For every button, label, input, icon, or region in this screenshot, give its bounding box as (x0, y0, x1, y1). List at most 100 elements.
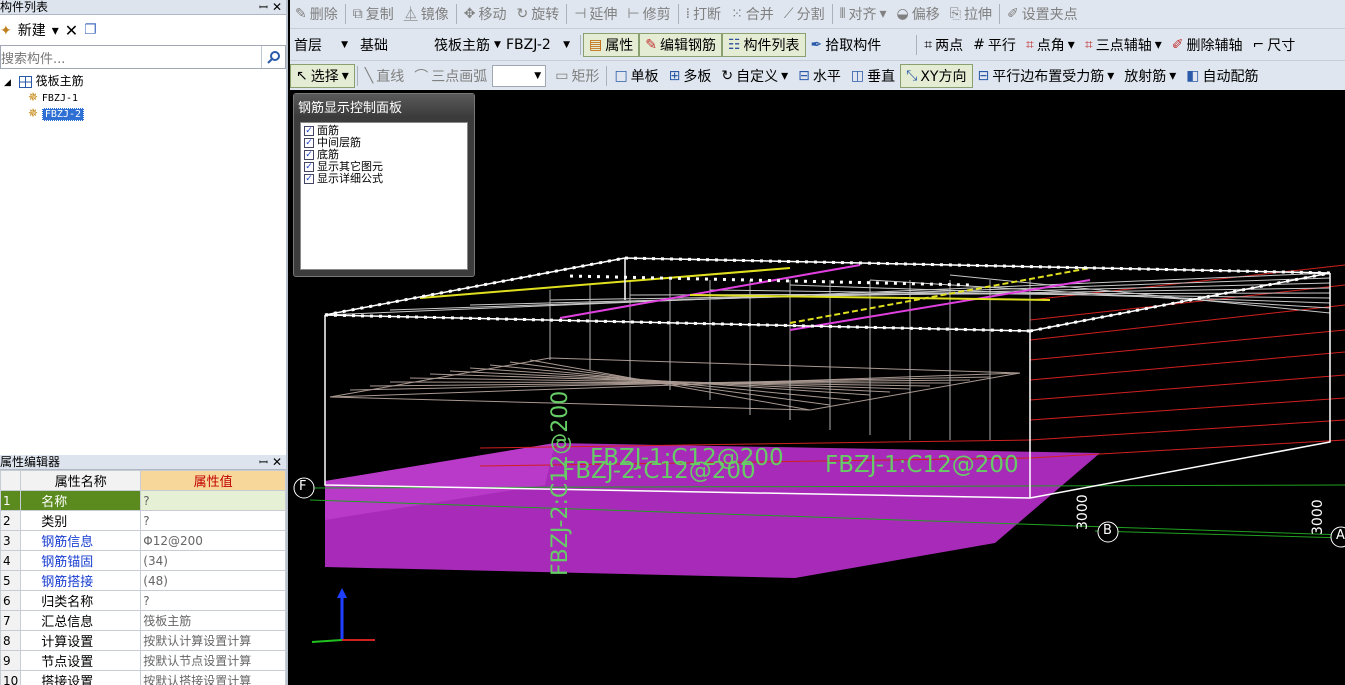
close-icon[interactable]: ✕ (272, 455, 282, 470)
property-row[interactable]: 5 钢筋搭接 (48) (0, 570, 286, 591)
check-icon: ✓ (304, 162, 314, 172)
parallel-edge-rebar-button[interactable]: ⊟ 平行边布置受力筋 ▾ (973, 64, 1120, 88)
new-button[interactable]: ✦ 新建 ▾ (0, 20, 59, 40)
single-slab-button[interactable]: □ 单板 (609, 64, 663, 88)
property-row[interactable]: 9 节点设置 按默认节点设置计算 (0, 650, 286, 671)
horizontal-button[interactable]: ⊟ 水平 (793, 64, 846, 88)
delete-axis-icon: ✐ (1171, 36, 1184, 53)
pick-component-button[interactable]: ✒ 拾取构件 (806, 33, 887, 57)
move-button[interactable]: ✥ 移动 (459, 2, 512, 26)
auto-rebar-icon: ◧ (1186, 67, 1200, 84)
axis-label-a: A (1336, 528, 1345, 543)
edit-rebar-icon: ✎ (645, 36, 657, 53)
set-grip-button[interactable]: ✐ 设置夹点 (1002, 2, 1083, 26)
component-select[interactable]: FBZJ-2 ▼ (502, 34, 574, 56)
eraser-icon: ✎ (295, 6, 307, 22)
stretch-button[interactable]: ⎘ 拉伸 (945, 2, 997, 26)
property-name: 汇总信息 (20, 610, 142, 631)
extend-button[interactable]: ⊣ 延伸 (569, 2, 622, 26)
property-value[interactable]: 按默认搭接设置计算 (140, 670, 286, 685)
edit-rebar-button[interactable]: ✎ 编辑钢筋 (639, 32, 722, 57)
pin-icon[interactable]: ꟷ (259, 0, 268, 15)
rebar-icon: ✵ (28, 90, 39, 104)
property-name: 钢筋信息 (20, 530, 142, 551)
property-value[interactable]: Φ12@200 (140, 530, 286, 551)
property-value[interactable]: 筏板主筋 (140, 610, 286, 631)
search-icon[interactable] (261, 46, 285, 68)
radial-rebar-button[interactable]: 放射筋 ▾ (1119, 64, 1181, 88)
copy-icon[interactable]: ❐ (84, 22, 97, 38)
3d-viewport[interactable]: FBZJ-1:C12@200 FBZJ-2:C12@200 FBZJ-1:C12… (290, 90, 1345, 685)
category-select[interactable]: 基础 (356, 34, 426, 56)
delete-axis-button[interactable]: ✐ 删除辅轴 (1167, 33, 1248, 57)
search-input[interactable]: 搜索构件... (1, 48, 261, 67)
three-point-arc-button[interactable]: ⌒ 三点画弧 (409, 64, 492, 88)
pin-icon[interactable]: ꟷ (259, 455, 268, 470)
axis-label-f: F (299, 479, 307, 494)
property-row[interactable]: 1 名称? (0, 490, 286, 511)
break-button[interactable]: ⁞ 打断 (681, 2, 726, 26)
component-list-button[interactable]: ☷ 构件列表 (721, 32, 806, 57)
delete-button[interactable]: ✎ 删除 (290, 2, 343, 26)
rotate-button[interactable]: ↻ 旋转 (511, 2, 564, 26)
mirror-button[interactable]: ⏅ 镜像 (399, 2, 454, 26)
property-value[interactable]: (34) (140, 550, 286, 571)
property-value[interactable]: ? (140, 490, 286, 511)
three-point-axis-button[interactable]: ⌗ 三点辅轴 ▾ (1080, 33, 1167, 57)
property-value[interactable]: (48) (140, 570, 286, 591)
property-row[interactable]: 7 汇总信息 筏板主筋 (0, 610, 286, 631)
collapse-icon[interactable]: ◢ (4, 78, 11, 88)
rebar-display-control-panel[interactable]: 钢筋显示控制面板 ✓ 面筋 ✓ 中间层筋 ✓ 底筋 ✓ 显示其它图元 ✓ 显示详细公式 (293, 93, 475, 277)
property-name: 钢筋锚固 (20, 550, 142, 571)
xy-direction-button[interactable]: ⤡ XY方向 (900, 63, 973, 88)
auto-rebar-button[interactable]: ◧ 自动配筋 (1181, 64, 1263, 88)
property-row[interactable]: 8 计算设置 按默认计算设置计算 (0, 630, 286, 651)
dropdown-icon: ▼ (494, 39, 501, 50)
align-icon: ⫴ (839, 6, 846, 22)
split-button[interactable]: ⟋ 分割 (779, 2, 830, 26)
row-number: 8 (0, 630, 22, 651)
checkbox-show-formula[interactable]: ✓ 显示详细公式 (304, 173, 464, 185)
property-table: 属性名称 属性值 1 名称? 2 类别? 3 钢筋信息 Φ12@200 4 钢筋锚固 (34) 5 钢… (0, 470, 286, 685)
offset-button[interactable]: ◒ 偏移 (892, 2, 945, 26)
property-row[interactable]: 10 搭接设置 按默认搭接设置计算 (0, 670, 286, 685)
vertical-icon: ◫ (850, 67, 865, 84)
trim-button[interactable]: ⊢ 修剪 (622, 2, 675, 26)
close-icon[interactable]: ✕ (272, 0, 282, 15)
vertical-button[interactable]: ◫ 垂直 (846, 64, 900, 88)
tree-root[interactable]: ◢ 筏板主筋 (0, 73, 286, 89)
dimension-label: 3000 (1075, 494, 1091, 530)
parallel-axis-button[interactable]: # 平行 (968, 33, 1021, 57)
property-row[interactable]: 6 归类名称? (0, 590, 286, 611)
tree-item-selected[interactable]: ✵ FBZJ-2 (0, 105, 286, 121)
dimension-button[interactable]: ⌐ 尺寸 (1247, 33, 1300, 57)
offset-icon: ◒ (896, 6, 909, 22)
property-row[interactable]: 3 钢筋信息 Φ12@200 (0, 530, 286, 551)
arc-option-select[interactable]: ▼ (492, 64, 547, 87)
tree-item[interactable]: ✵ FBZJ-1 (0, 89, 286, 105)
delete-icon[interactable]: ✕ (65, 21, 78, 40)
type-select[interactable]: 筏板主​筋 ▼ (430, 34, 501, 56)
property-value[interactable]: ? (140, 590, 286, 611)
row-number: 9 (0, 650, 22, 671)
property-value[interactable]: 按默认节点设置计算 (140, 650, 286, 671)
property-value[interactable]: ? (140, 510, 286, 531)
copy-button[interactable]: ⧉ 复制 (348, 2, 399, 26)
check-icon: ✓ (304, 138, 314, 148)
two-point-axis-button[interactable]: ⌗ 两点 (919, 33, 968, 57)
line-button[interactable]: ╲ 直线 (360, 64, 409, 88)
rectangle-button[interactable]: ▭ 矩形 (550, 64, 604, 88)
property-row[interactable]: 4 钢筋锚固 (34) (0, 550, 286, 571)
rotate-icon: ↻ (516, 6, 529, 22)
property-row[interactable]: 2 类别? (0, 510, 286, 531)
point-angle-button[interactable]: ⌗ 点角 ▾ (1021, 33, 1080, 57)
property-value[interactable]: 按默认计算设置计算 (140, 630, 286, 651)
custom-button[interactable]: ↻ 自定义 ▾ (716, 64, 793, 88)
row-number: 6 (0, 590, 22, 611)
floor-select[interactable]: 首层 ▼ (290, 34, 352, 56)
properties-button[interactable]: ▤ 属性 (583, 32, 640, 57)
merge-button[interactable]: ⁙ 合并 (726, 2, 779, 26)
select-button[interactable]: ↖ 选择 ▾ (290, 63, 355, 88)
align-button[interactable]: ⫴ 对齐 ▾ (835, 2, 892, 26)
multi-slab-button[interactable]: ⊞ 多板 (664, 64, 717, 88)
